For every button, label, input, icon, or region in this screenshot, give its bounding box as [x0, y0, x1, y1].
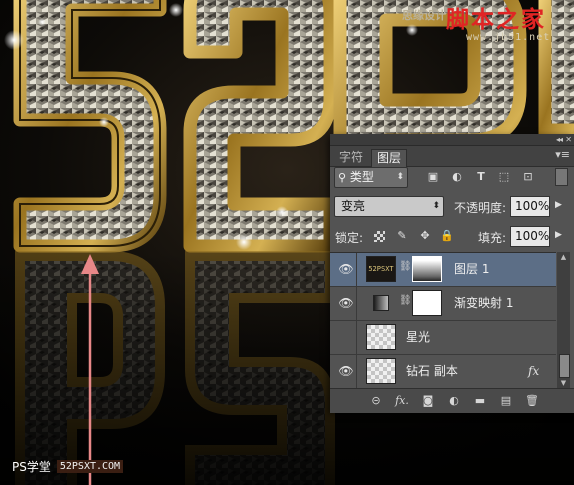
- layer-name[interactable]: 星光: [406, 321, 430, 354]
- adjustment-layer-icon[interactable]: ◐: [446, 393, 462, 409]
- panel-menu-icon[interactable]: ▾≡: [555, 149, 570, 161]
- lock-label: 锁定:: [335, 231, 364, 245]
- layer-mask-thumbnail[interactable]: [412, 256, 442, 282]
- lock-move-icon[interactable]: ✥: [418, 229, 432, 243]
- tab-layers[interactable]: 图层: [371, 149, 408, 167]
- badge-url: 52PSXT.COM: [56, 459, 124, 473]
- eye-icon[interactable]: 👁: [336, 355, 357, 388]
- chain-link-icon[interactable]: ⛓: [399, 261, 412, 272]
- gradient-map-icon: [366, 290, 396, 316]
- double-chevron-icon[interactable]: ◂◂: [556, 134, 563, 145]
- layer-thumbnail: 52PSXT: [366, 256, 396, 282]
- photoshop-workspace: 思缘设计 脚本之家 www.jb51.net PS学堂 52PSXT.COM ◂…: [0, 0, 574, 485]
- filter-toggle-switch[interactable]: [555, 168, 568, 186]
- blend-mode-select[interactable]: 变亮 ⬍: [334, 196, 444, 217]
- type-filter-icon[interactable]: T: [474, 170, 488, 184]
- scroll-down-icon[interactable]: ▼: [557, 378, 570, 388]
- shape-filter-icon[interactable]: ⬚: [497, 170, 511, 184]
- eye-slot[interactable]: [336, 321, 357, 354]
- updown-arrow-icon: ⬍: [432, 201, 440, 211]
- filter-kind-label: 类型: [349, 170, 374, 184]
- lock-row: 锁定: ✎ ✥ 🔒 填充: 100% ▶: [330, 226, 574, 250]
- blend-row: 变亮 ⬍ 不透明度: 100% ▶: [330, 196, 574, 220]
- fx-icon[interactable]: fx.: [394, 393, 410, 409]
- chain-link-icon[interactable]: ⛓: [399, 295, 412, 306]
- layer-list: 👁 52PSXT ⛓ 图层 1 👁 ⛓ 渐变映射 1 星光 👁 钻石 副本 fx: [330, 252, 556, 389]
- layer-name[interactable]: 钻石 副本: [406, 355, 458, 388]
- trash-icon[interactable]: 🗑: [524, 393, 540, 409]
- watermark-url: www.jb51.net: [466, 32, 551, 43]
- layer-thumbnail: [366, 358, 396, 384]
- layer-row-diamond-copy[interactable]: 👁 钻石 副本 fx: [330, 355, 556, 389]
- fill-dropdown-arrow-icon[interactable]: ▶: [555, 230, 562, 240]
- adjustment-filter-icon[interactable]: ◐: [450, 170, 464, 184]
- blend-mode-value: 变亮: [341, 199, 366, 213]
- panel-tab-bar: 字符 图层 ▾≡: [330, 146, 574, 167]
- link-layers-icon[interactable]: ⊝: [368, 393, 384, 409]
- scrollbar-thumb[interactable]: [559, 354, 570, 378]
- lock-transparent-icon[interactable]: [374, 231, 385, 242]
- layer-mask-thumbnail[interactable]: [412, 290, 442, 316]
- layer-effects-icon[interactable]: fx: [528, 355, 539, 388]
- badge-label: PS学堂: [12, 459, 51, 474]
- layer-filter-row: ⚲ 类型 ⬍ ▣ ◐ T ⬚ ⊡: [330, 167, 574, 191]
- panel-footer: ⊝ fx. ◙ ◐ ▬ ▤ 🗑: [330, 388, 574, 413]
- new-layer-icon[interactable]: ▤: [498, 393, 514, 409]
- layer-name[interactable]: 渐变映射 1: [454, 287, 513, 320]
- close-icon[interactable]: ✕: [565, 134, 572, 145]
- layer-thumbnail: [366, 324, 396, 350]
- tab-character[interactable]: 字符: [334, 149, 368, 166]
- fill-field[interactable]: 100%: [510, 226, 550, 247]
- smart-object-filter-icon[interactable]: ⊡: [521, 170, 535, 184]
- pixel-filter-icon[interactable]: ▣: [426, 170, 440, 184]
- layer-name[interactable]: 图层 1: [454, 253, 489, 286]
- lock-all-icon[interactable]: 🔒: [440, 229, 454, 243]
- opacity-label: 不透明度:: [454, 201, 507, 215]
- filter-kind-select[interactable]: ⚲ 类型 ⬍: [334, 167, 408, 188]
- search-icon: ⚲: [338, 171, 347, 184]
- updown-arrow-icon: ⬍: [396, 172, 404, 182]
- layer-row-gradient-map[interactable]: 👁 ⛓ 渐变映射 1: [330, 287, 556, 321]
- glyph-o: [538, 0, 574, 137]
- watermark-brand: 脚本之家: [446, 6, 546, 33]
- watermark-site-label: 思缘设计: [402, 9, 446, 22]
- layers-panel: ◂◂ ✕ 字符 图层 ▾≡ ⚲ 类型 ⬍ ▣ ◐ T ⬚ ⊡ 变亮 ⬍ 不透明度…: [330, 134, 574, 413]
- eye-icon[interactable]: 👁: [336, 253, 357, 286]
- layer-row-layer1[interactable]: 👁 52PSXT ⛓ 图层 1: [330, 253, 556, 287]
- add-mask-icon[interactable]: ◙: [420, 393, 436, 409]
- layer-list-scrollbar[interactable]: ▲ ▼: [557, 252, 570, 388]
- panel-topbar: ◂◂ ✕: [330, 134, 574, 146]
- scroll-up-icon[interactable]: ▲: [557, 252, 570, 262]
- eye-icon[interactable]: 👁: [336, 287, 357, 320]
- opacity-field[interactable]: 100%: [510, 196, 550, 217]
- new-group-icon[interactable]: ▬: [472, 393, 488, 409]
- layer-row-starlight[interactable]: 星光: [330, 321, 556, 355]
- ps-school-badge: PS学堂 52PSXT.COM: [12, 455, 124, 477]
- fill-label: 填充:: [478, 231, 507, 245]
- opacity-dropdown-arrow-icon[interactable]: ▶: [555, 200, 562, 210]
- lock-paint-icon[interactable]: ✎: [395, 229, 409, 243]
